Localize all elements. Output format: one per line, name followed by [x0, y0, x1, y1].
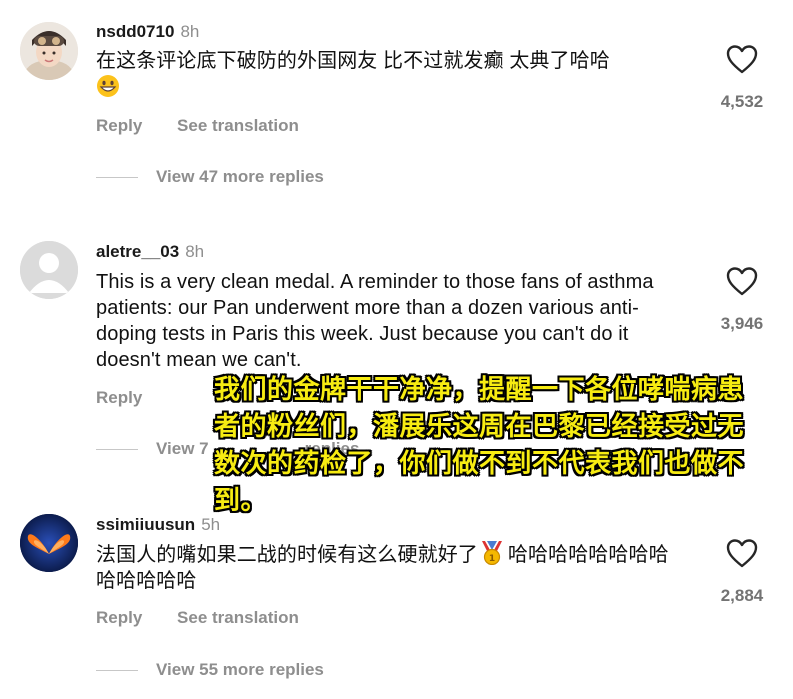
- like-control: 2,884: [712, 538, 772, 606]
- divider-line: [96, 670, 138, 672]
- view-replies-label: View 47 more replies: [156, 167, 324, 186]
- avatar[interactable]: [20, 22, 78, 80]
- avatar[interactable]: [20, 241, 78, 299]
- comment-header: aletre__03 8h: [96, 242, 204, 262]
- gold-medal-emoji-icon: 1: [481, 541, 505, 566]
- divider-line: [96, 449, 138, 451]
- comment-actions: Reply See translation: [96, 608, 329, 628]
- see-translation-button[interactable]: See translation: [177, 608, 299, 627]
- like-control: 4,532: [712, 44, 772, 112]
- reply-button[interactable]: Reply: [96, 388, 142, 407]
- like-count: 4,532: [720, 92, 764, 111]
- heart-outline-icon[interactable]: [712, 266, 772, 296]
- comment-text-content: 在这条评论底下破防的外国网友 比不过就发癫 太典了哈哈: [96, 50, 610, 72]
- comment-actions: Reply: [96, 388, 172, 408]
- avatar[interactable]: [20, 514, 78, 572]
- comment-text-content: 法国人的嘴如果二战的时候有这么硬就好了: [96, 544, 478, 566]
- comment-text: 在这条评论底下破防的外国网友 比不过就发癫 太典了哈哈: [96, 48, 686, 101]
- heart-outline-icon[interactable]: [712, 44, 772, 74]
- view-replies-label: View 7: [156, 439, 209, 458]
- username[interactable]: ssimiiuusun: [96, 515, 195, 534]
- butterfly-avatar-image: [20, 514, 78, 572]
- avatar-image: [20, 22, 78, 80]
- translation-caption-overlay: 我们的金牌干干净净，提醒一下各位哮喘病患者的粉丝们，潘展乐这周在巴黎已经接受过无…: [214, 375, 745, 516]
- comment-text: This is a very clean medal. A reminder t…: [96, 271, 654, 371]
- like-count: 2,884: [720, 586, 764, 605]
- svg-text:1: 1: [489, 554, 495, 564]
- view-replies-label: View 55 more replies: [156, 660, 324, 679]
- heart-outline-icon[interactable]: [712, 538, 772, 568]
- divider-line: [96, 177, 138, 179]
- username[interactable]: aletre__03: [96, 242, 179, 261]
- comment-text: 法国人的嘴如果二战的时候有这么硬就好了 1 哈哈哈哈哈哈哈哈哈哈哈哈哈: [96, 541, 686, 594]
- reply-button[interactable]: Reply: [96, 116, 142, 135]
- comment-actions: Reply See translation: [96, 116, 329, 136]
- view-replies-button[interactable]: View 55 more replies: [96, 660, 324, 680]
- see-translation-button[interactable]: See translation: [177, 116, 299, 135]
- timestamp: 8h: [185, 242, 205, 261]
- username[interactable]: nsdd0710: [96, 22, 174, 41]
- default-avatar-icon: [20, 241, 78, 299]
- view-replies-button[interactable]: View 47 more replies: [96, 167, 324, 187]
- grinning-face-emoji-icon: [96, 74, 120, 98]
- like-count: 3,946: [720, 314, 764, 333]
- timestamp: 8h: [180, 22, 200, 41]
- comment-header: nsdd0710 8h: [96, 22, 199, 42]
- like-control: 3,946: [712, 266, 772, 334]
- reply-button[interactable]: Reply: [96, 608, 142, 627]
- comment-header: ssimiiuusun 5h: [96, 515, 220, 535]
